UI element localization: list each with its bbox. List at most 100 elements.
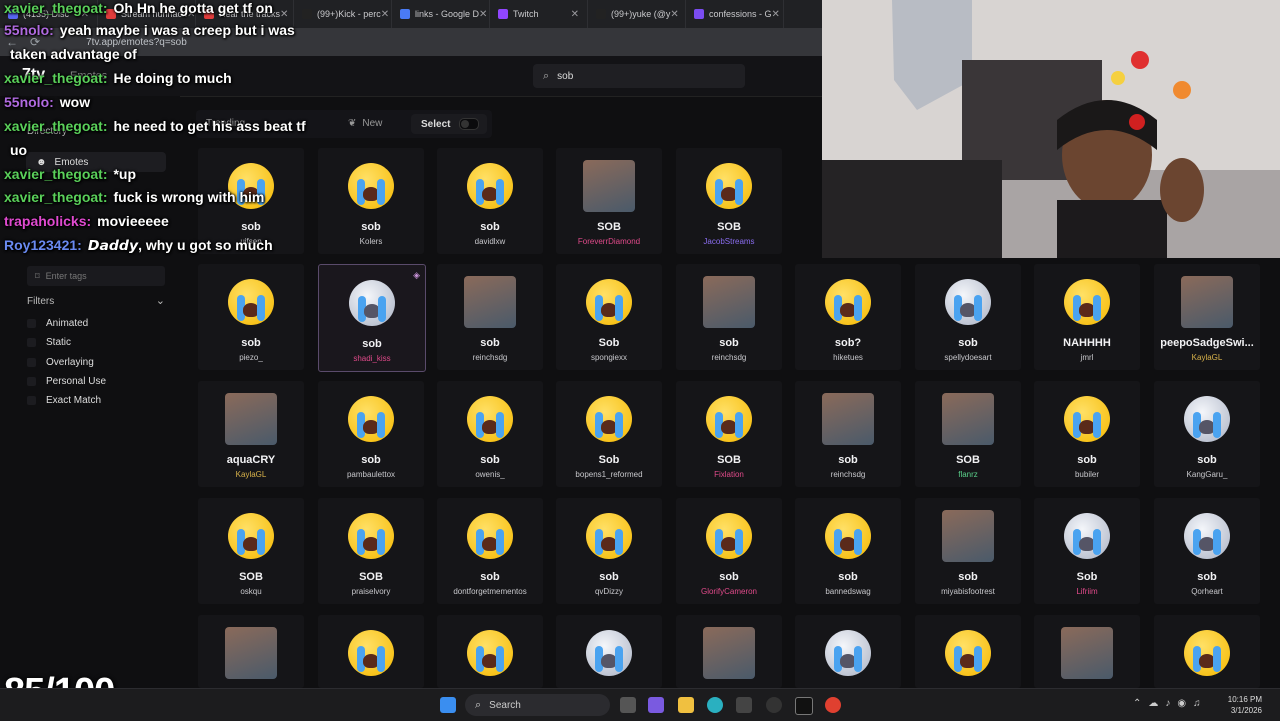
emote-owner[interactable]: hiketues xyxy=(795,353,901,362)
emote-owner[interactable]: oskqu xyxy=(198,587,304,596)
emote-image xyxy=(942,627,994,679)
emote-owner[interactable]: reinchsdg xyxy=(676,353,782,362)
emote-card[interactable]: SOB praiselvory xyxy=(318,498,424,604)
taskbar-clock[interactable]: 10:16 PM 3/1/2026 xyxy=(1228,694,1262,716)
emote-card[interactable]: SOB Fixlation xyxy=(676,381,782,487)
windows-start-icon[interactable] xyxy=(440,697,456,713)
file-explorer-icon[interactable] xyxy=(678,697,694,713)
emote-card[interactable]: sob spellydoesart xyxy=(915,264,1021,370)
emote-owner[interactable]: reinchsdg xyxy=(795,470,901,479)
emote-owner[interactable]: Fixlation xyxy=(676,470,782,479)
obs-icon[interactable] xyxy=(766,697,782,713)
emote-owner[interactable]: owenis_ xyxy=(437,470,543,479)
emote-card[interactable]: ◈ sob shadi_kiss xyxy=(318,264,426,372)
emote-owner[interactable]: flanrz xyxy=(915,470,1021,479)
emote-owner[interactable]: pambaulettox xyxy=(318,470,424,479)
emote-card[interactable]: Sob spongiexx xyxy=(556,264,662,370)
emote-image xyxy=(703,393,755,445)
emote-owner[interactable]: bannedswag xyxy=(795,587,901,596)
emote-card[interactable]: sob pambaulettox xyxy=(318,381,424,487)
emote-owner[interactable]: uifsen xyxy=(198,237,304,246)
emote-card[interactable]: Sob bopens1_reformed xyxy=(556,381,662,487)
emote-name: Sob xyxy=(598,337,620,349)
emote-card[interactable] xyxy=(1154,615,1260,688)
emote-card[interactable]: sob owenis_ xyxy=(437,381,543,487)
capcut-icon[interactable] xyxy=(795,697,813,715)
emote-card[interactable] xyxy=(556,615,662,688)
emote-owner[interactable]: JacobStreams xyxy=(676,237,782,246)
emote-card[interactable] xyxy=(676,615,782,688)
copilot-icon[interactable] xyxy=(648,697,664,713)
emote-card[interactable]: sob dontforgetmementos xyxy=(437,498,543,604)
emote-owner[interactable]: Qorheart xyxy=(1154,587,1260,596)
emote-owner[interactable]: miyabisfootrest xyxy=(915,587,1021,596)
emote-card[interactable]: sob bannedswag xyxy=(795,498,901,604)
emote-card[interactable] xyxy=(318,615,424,688)
crying-face-icon xyxy=(348,163,394,209)
emote-owner[interactable]: spongiexx xyxy=(556,353,662,362)
emote-card[interactable]: Sob Lifriim xyxy=(1034,498,1140,604)
emote-owner[interactable]: piezo_ xyxy=(198,353,304,362)
emote-owner[interactable]: KaylaGL xyxy=(198,470,304,479)
emote-owner[interactable]: ForeverrDiamond xyxy=(556,237,662,246)
emote-card[interactable]: SOB flanrz xyxy=(915,381,1021,487)
emote-owner[interactable]: reinchsdg xyxy=(437,353,543,362)
emote-card[interactable]: sob qvDizzy xyxy=(556,498,662,604)
emote-card[interactable]: sob KangGaru_ xyxy=(1154,381,1260,487)
emote-owner[interactable]: bopens1_reformed xyxy=(556,470,662,479)
emote-owner[interactable]: jmrl xyxy=(1034,353,1140,362)
edge-icon[interactable] xyxy=(707,697,723,713)
emote-owner[interactable]: dontforgetmementos xyxy=(437,587,543,596)
emote-card[interactable]: sob reinchsdg xyxy=(795,381,901,487)
crying-blob-icon xyxy=(1184,396,1230,442)
emote-card[interactable]: sob piezo_ xyxy=(198,264,304,370)
emote-card[interactable]: SOB ForeverrDiamond xyxy=(556,148,662,254)
emote-card[interactable]: sob? hiketues xyxy=(795,264,901,370)
emote-image xyxy=(703,510,755,562)
emote-card[interactable] xyxy=(1034,615,1140,688)
emote-card[interactable]: sob miyabisfootrest xyxy=(915,498,1021,604)
emote-owner[interactable]: spellydoesart xyxy=(915,353,1021,362)
taskbar-search[interactable]: ⌕ Search xyxy=(465,694,610,716)
emote-photo-icon xyxy=(942,393,994,445)
emote-owner[interactable]: KaylaGL xyxy=(1154,353,1260,362)
emote-card[interactable]: SOB JacobStreams xyxy=(676,148,782,254)
emote-name: NAHHHH xyxy=(1063,337,1111,349)
emote-card[interactable] xyxy=(795,615,901,688)
task-view-icon[interactable] xyxy=(620,697,636,713)
system-tray-icons[interactable]: ⌃☁♪◉♫ xyxy=(1133,698,1208,709)
emote-card[interactable]: sob Qorheart xyxy=(1154,498,1260,604)
emote-name: Sob xyxy=(1076,571,1098,583)
emote-card[interactable]: sob GlorifyCameron xyxy=(676,498,782,604)
emote-owner[interactable]: praiselvory xyxy=(318,587,424,596)
emote-card[interactable]: sob reinchsdg xyxy=(437,264,543,370)
emote-card[interactable]: sob Kolers xyxy=(318,148,424,254)
emote-owner[interactable]: Lifriim xyxy=(1034,587,1140,596)
emote-card[interactable] xyxy=(915,615,1021,688)
chrome-icon[interactable] xyxy=(825,697,841,713)
emote-card[interactable]: aquaCRY KaylaGL xyxy=(198,381,304,487)
emote-owner[interactable]: bubiler xyxy=(1034,470,1140,479)
emote-owner[interactable]: shadi_kiss xyxy=(319,354,425,363)
emote-card[interactable]: SOB oskqu xyxy=(198,498,304,604)
emote-card[interactable]: peepoSadgeSwi... KaylaGL xyxy=(1154,264,1260,370)
emote-card[interactable]: sob davidlxw xyxy=(437,148,543,254)
emote-owner[interactable]: Kolers xyxy=(318,237,424,246)
emote-card[interactable]: NAHHHH jmrl xyxy=(1034,264,1140,370)
emote-owner[interactable]: davidlxw xyxy=(437,237,543,246)
emote-owner[interactable]: KangGaru_ xyxy=(1154,470,1260,479)
emote-card[interactable] xyxy=(437,615,543,688)
emote-image xyxy=(1181,393,1233,445)
crying-face-icon xyxy=(228,513,274,559)
emote-owner[interactable]: qvDizzy xyxy=(556,587,662,596)
emote-name: SOB xyxy=(717,221,741,233)
emote-card[interactable]: sob reinchsdg xyxy=(676,264,782,370)
emote-name: sob xyxy=(958,571,978,583)
person-hand xyxy=(1160,158,1204,222)
emote-card[interactable]: sob bubiler xyxy=(1034,381,1140,487)
emote-card[interactable]: sob uifsen xyxy=(198,148,304,254)
emote-image xyxy=(703,276,755,328)
emote-card[interactable] xyxy=(198,615,304,688)
store-icon[interactable] xyxy=(736,697,752,713)
emote-owner[interactable]: GlorifyCameron xyxy=(676,587,782,596)
